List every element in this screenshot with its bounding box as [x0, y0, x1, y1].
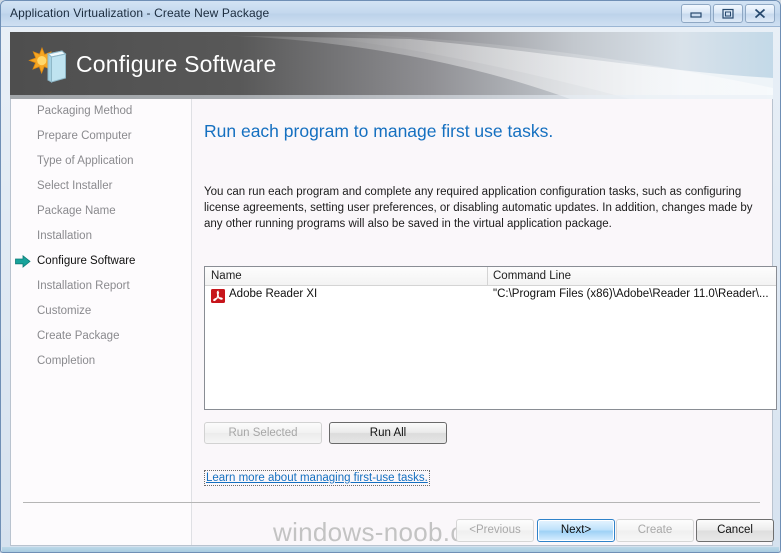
sidebar-item-label: Completion: [37, 355, 96, 367]
sidebar-item-prepare-computer[interactable]: Prepare Computer: [11, 124, 191, 149]
sidebar-item-type-of-application[interactable]: Type of Application: [11, 149, 191, 174]
page-content: Run each program to manage first use tas…: [193, 99, 777, 545]
sidebar-item-packaging-method[interactable]: Packaging Method: [11, 99, 191, 124]
package-star-icon: [28, 46, 67, 83]
sidebar-item-label: Package Name: [37, 205, 116, 217]
create-button[interactable]: Create: [616, 519, 694, 542]
programs-table[interactable]: Name Command Line Adobe Reader XI "C:\Pr…: [204, 266, 777, 410]
wizard-step-sidebar: Packaging Method Prepare Computer Type o…: [11, 99, 192, 545]
sidebar-item-label: Installation: [37, 230, 92, 242]
banner-title: Configure Software: [76, 51, 277, 77]
sidebar-item-customize[interactable]: Customize: [11, 299, 191, 324]
application-window: Application Virtualization - Create New …: [0, 0, 781, 553]
sidebar-item-label: Type of Application: [37, 155, 134, 167]
sidebar-item-installation-report[interactable]: Installation Report: [11, 274, 191, 299]
sidebar-item-create-package[interactable]: Create Package: [11, 324, 191, 349]
sidebar-item-label: Customize: [37, 305, 92, 317]
close-icon: [754, 8, 766, 19]
table-header-row: Name Command Line: [205, 267, 776, 286]
footer-divider: [23, 502, 760, 503]
window-title: Application Virtualization - Create New …: [10, 6, 270, 20]
current-step-arrow-icon: [15, 255, 31, 268]
column-header-name[interactable]: Name: [211, 270, 242, 282]
page-banner: Configure Software: [10, 32, 773, 99]
column-divider[interactable]: [487, 267, 488, 286]
maximize-button[interactable]: [713, 4, 743, 23]
close-button[interactable]: [745, 4, 775, 23]
sidebar-item-configure-software[interactable]: Configure Software: [11, 249, 191, 274]
adobe-acrobat-icon: [211, 289, 225, 303]
sidebar-item-label: Installation Report: [37, 280, 130, 292]
cancel-button[interactable]: Cancel: [696, 519, 774, 542]
cell-command-line: "C:\Program Files (x86)\Adobe\Reader 11.…: [493, 288, 769, 300]
sidebar-item-package-name[interactable]: Package Name: [11, 199, 191, 224]
window-bottom-edge: [2, 547, 779, 552]
cell-program-name: Adobe Reader XI: [211, 288, 318, 303]
sidebar-item-installation[interactable]: Installation: [11, 224, 191, 249]
page-title: Run each program to manage first use tas…: [204, 121, 554, 141]
minimize-icon: [690, 12, 702, 18]
sidebar-item-label: Configure Software: [37, 255, 136, 267]
maximize-icon: [722, 8, 734, 19]
column-header-command-line[interactable]: Command Line: [493, 270, 571, 282]
learn-more-link[interactable]: Learn more about managing first-use task…: [204, 470, 430, 486]
minimize-button[interactable]: [681, 4, 711, 23]
sidebar-item-label: Packaging Method: [37, 105, 133, 117]
sidebar-item-label: Prepare Computer: [37, 130, 132, 142]
title-bar: Application Virtualization - Create New …: [1, 1, 780, 27]
program-name-text: Adobe Reader XI: [229, 288, 318, 300]
sidebar-item-select-installer[interactable]: Select Installer: [11, 174, 191, 199]
run-selected-button[interactable]: Run Selected: [204, 422, 322, 444]
run-all-button[interactable]: Run All: [329, 422, 447, 444]
next-button[interactable]: Next>: [537, 519, 615, 542]
sidebar-item-label: Select Installer: [37, 180, 113, 192]
page-description: You can run each program and complete an…: [204, 186, 753, 230]
previous-button[interactable]: <Previous: [456, 519, 534, 542]
table-row[interactable]: Adobe Reader XI "C:\Program Files (x86)\…: [205, 286, 776, 306]
sidebar-item-label: Create Package: [37, 330, 120, 342]
sidebar-item-completion[interactable]: Completion: [11, 349, 191, 374]
